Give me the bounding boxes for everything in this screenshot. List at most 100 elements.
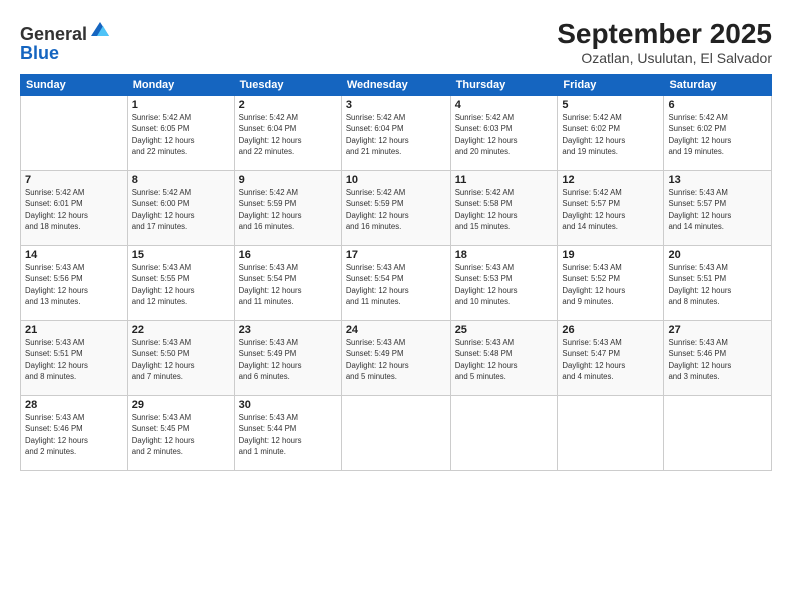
day-number: 25 <box>455 324 554 336</box>
day-number: 27 <box>668 324 767 336</box>
day-info: Sunrise: 5:43 AM Sunset: 5:54 PM Dayligh… <box>239 262 337 307</box>
day-number: 29 <box>132 399 230 411</box>
week-row-3: 14Sunrise: 5:43 AM Sunset: 5:56 PM Dayli… <box>21 246 772 321</box>
day-cell: 2Sunrise: 5:42 AM Sunset: 6:04 PM Daylig… <box>234 96 341 171</box>
day-info: Sunrise: 5:43 AM Sunset: 5:55 PM Dayligh… <box>132 262 230 307</box>
col-header-saturday: Saturday <box>664 75 772 96</box>
col-header-wednesday: Wednesday <box>341 75 450 96</box>
day-number: 5 <box>562 99 659 111</box>
day-info: Sunrise: 5:42 AM Sunset: 6:02 PM Dayligh… <box>562 112 659 157</box>
location: Ozatlan, Usulutan, El Salvador <box>557 50 772 66</box>
week-row-5: 28Sunrise: 5:43 AM Sunset: 5:46 PM Dayli… <box>21 396 772 471</box>
day-number: 9 <box>239 174 337 186</box>
day-cell: 7Sunrise: 5:42 AM Sunset: 6:01 PM Daylig… <box>21 171 128 246</box>
day-cell: 19Sunrise: 5:43 AM Sunset: 5:52 PM Dayli… <box>558 246 664 321</box>
logo: General Blue <box>20 18 111 64</box>
day-info: Sunrise: 5:43 AM Sunset: 5:49 PM Dayligh… <box>346 337 446 382</box>
col-header-friday: Friday <box>558 75 664 96</box>
day-number: 15 <box>132 249 230 261</box>
day-cell: 26Sunrise: 5:43 AM Sunset: 5:47 PM Dayli… <box>558 321 664 396</box>
day-number: 23 <box>239 324 337 336</box>
day-cell: 10Sunrise: 5:42 AM Sunset: 5:59 PM Dayli… <box>341 171 450 246</box>
calendar-header-row: SundayMondayTuesdayWednesdayThursdayFrid… <box>21 75 772 96</box>
day-cell: 27Sunrise: 5:43 AM Sunset: 5:46 PM Dayli… <box>664 321 772 396</box>
day-cell: 1Sunrise: 5:42 AM Sunset: 6:05 PM Daylig… <box>127 96 234 171</box>
day-cell: 28Sunrise: 5:43 AM Sunset: 5:46 PM Dayli… <box>21 396 128 471</box>
day-cell: 22Sunrise: 5:43 AM Sunset: 5:50 PM Dayli… <box>127 321 234 396</box>
day-number: 20 <box>668 249 767 261</box>
day-info: Sunrise: 5:42 AM Sunset: 6:04 PM Dayligh… <box>346 112 446 157</box>
day-cell: 17Sunrise: 5:43 AM Sunset: 5:54 PM Dayli… <box>341 246 450 321</box>
logo-text: General Blue <box>20 18 111 64</box>
day-cell: 21Sunrise: 5:43 AM Sunset: 5:51 PM Dayli… <box>21 321 128 396</box>
day-number: 17 <box>346 249 446 261</box>
day-number: 26 <box>562 324 659 336</box>
day-cell <box>21 96 128 171</box>
day-number: 14 <box>25 249 123 261</box>
logo-blue-text: Blue <box>20 43 59 64</box>
day-info: Sunrise: 5:42 AM Sunset: 6:03 PM Dayligh… <box>455 112 554 157</box>
week-row-1: 1Sunrise: 5:42 AM Sunset: 6:05 PM Daylig… <box>21 96 772 171</box>
day-number: 28 <box>25 399 123 411</box>
day-cell: 16Sunrise: 5:43 AM Sunset: 5:54 PM Dayli… <box>234 246 341 321</box>
day-number: 10 <box>346 174 446 186</box>
day-cell: 29Sunrise: 5:43 AM Sunset: 5:45 PM Dayli… <box>127 396 234 471</box>
header: General Blue September 2025 Ozatlan, Usu… <box>20 18 772 66</box>
day-number: 21 <box>25 324 123 336</box>
day-number: 24 <box>346 324 446 336</box>
day-number: 12 <box>562 174 659 186</box>
day-cell: 4Sunrise: 5:42 AM Sunset: 6:03 PM Daylig… <box>450 96 558 171</box>
day-info: Sunrise: 5:42 AM Sunset: 5:59 PM Dayligh… <box>346 187 446 232</box>
day-number: 2 <box>239 99 337 111</box>
day-cell: 24Sunrise: 5:43 AM Sunset: 5:49 PM Dayli… <box>341 321 450 396</box>
day-cell <box>664 396 772 471</box>
day-info: Sunrise: 5:42 AM Sunset: 5:57 PM Dayligh… <box>562 187 659 232</box>
day-number: 8 <box>132 174 230 186</box>
col-header-thursday: Thursday <box>450 75 558 96</box>
day-info: Sunrise: 5:43 AM Sunset: 5:51 PM Dayligh… <box>25 337 123 382</box>
day-number: 19 <box>562 249 659 261</box>
day-cell: 3Sunrise: 5:42 AM Sunset: 6:04 PM Daylig… <box>341 96 450 171</box>
day-info: Sunrise: 5:42 AM Sunset: 6:01 PM Dayligh… <box>25 187 123 232</box>
col-header-tuesday: Tuesday <box>234 75 341 96</box>
day-cell: 18Sunrise: 5:43 AM Sunset: 5:53 PM Dayli… <box>450 246 558 321</box>
day-info: Sunrise: 5:43 AM Sunset: 5:50 PM Dayligh… <box>132 337 230 382</box>
day-info: Sunrise: 5:42 AM Sunset: 5:58 PM Dayligh… <box>455 187 554 232</box>
day-cell <box>558 396 664 471</box>
day-cell: 6Sunrise: 5:42 AM Sunset: 6:02 PM Daylig… <box>664 96 772 171</box>
logo-general: General <box>20 24 87 44</box>
day-info: Sunrise: 5:42 AM Sunset: 6:04 PM Dayligh… <box>239 112 337 157</box>
day-cell: 15Sunrise: 5:43 AM Sunset: 5:55 PM Dayli… <box>127 246 234 321</box>
day-info: Sunrise: 5:42 AM Sunset: 6:02 PM Dayligh… <box>668 112 767 157</box>
day-cell <box>450 396 558 471</box>
title-block: September 2025 Ozatlan, Usulutan, El Sal… <box>557 18 772 66</box>
day-info: Sunrise: 5:43 AM Sunset: 5:54 PM Dayligh… <box>346 262 446 307</box>
day-info: Sunrise: 5:43 AM Sunset: 5:48 PM Dayligh… <box>455 337 554 382</box>
day-info: Sunrise: 5:43 AM Sunset: 5:51 PM Dayligh… <box>668 262 767 307</box>
day-number: 11 <box>455 174 554 186</box>
logo-icon <box>89 18 111 40</box>
page: General Blue September 2025 Ozatlan, Usu… <box>0 0 792 612</box>
day-info: Sunrise: 5:43 AM Sunset: 5:56 PM Dayligh… <box>25 262 123 307</box>
col-header-monday: Monday <box>127 75 234 96</box>
day-number: 22 <box>132 324 230 336</box>
week-row-4: 21Sunrise: 5:43 AM Sunset: 5:51 PM Dayli… <box>21 321 772 396</box>
day-cell: 30Sunrise: 5:43 AM Sunset: 5:44 PM Dayli… <box>234 396 341 471</box>
day-cell: 23Sunrise: 5:43 AM Sunset: 5:49 PM Dayli… <box>234 321 341 396</box>
day-cell: 9Sunrise: 5:42 AM Sunset: 5:59 PM Daylig… <box>234 171 341 246</box>
day-number: 18 <box>455 249 554 261</box>
day-info: Sunrise: 5:43 AM Sunset: 5:49 PM Dayligh… <box>239 337 337 382</box>
day-info: Sunrise: 5:43 AM Sunset: 5:45 PM Dayligh… <box>132 412 230 457</box>
day-number: 7 <box>25 174 123 186</box>
month-title: September 2025 <box>557 18 772 50</box>
day-cell: 5Sunrise: 5:42 AM Sunset: 6:02 PM Daylig… <box>558 96 664 171</box>
day-cell: 11Sunrise: 5:42 AM Sunset: 5:58 PM Dayli… <box>450 171 558 246</box>
day-info: Sunrise: 5:42 AM Sunset: 5:59 PM Dayligh… <box>239 187 337 232</box>
day-number: 6 <box>668 99 767 111</box>
day-info: Sunrise: 5:43 AM Sunset: 5:47 PM Dayligh… <box>562 337 659 382</box>
day-cell: 8Sunrise: 5:42 AM Sunset: 6:00 PM Daylig… <box>127 171 234 246</box>
day-number: 3 <box>346 99 446 111</box>
day-number: 30 <box>239 399 337 411</box>
day-info: Sunrise: 5:42 AM Sunset: 6:00 PM Dayligh… <box>132 187 230 232</box>
day-info: Sunrise: 5:43 AM Sunset: 5:53 PM Dayligh… <box>455 262 554 307</box>
